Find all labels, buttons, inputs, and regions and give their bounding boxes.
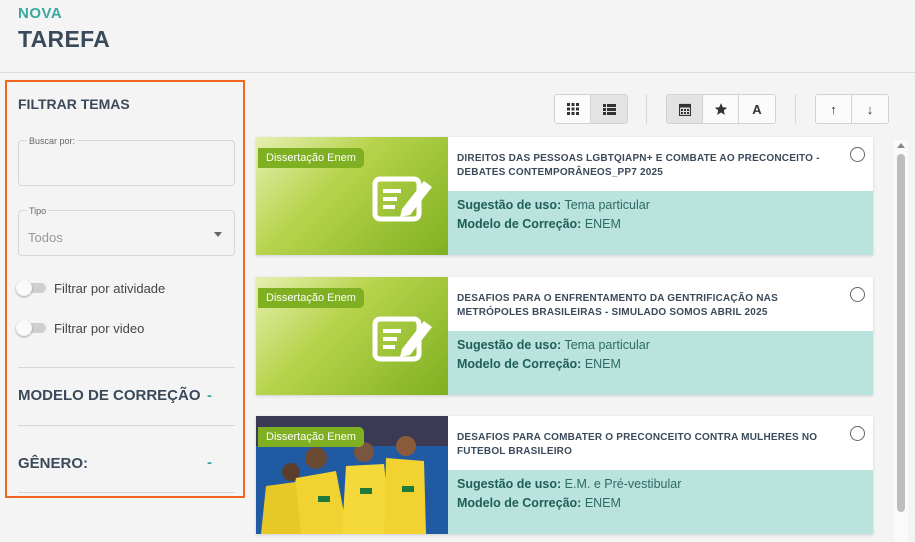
divider [18, 492, 235, 493]
model-label: Modelo de Correção: [457, 496, 582, 510]
activity-filter-toggle[interactable]: Filtrar por atividade [16, 278, 166, 298]
page-subtitle: NOVA [18, 5, 63, 22]
collapse-toggle[interactable]: - [207, 454, 212, 471]
toggle-knob [16, 320, 32, 336]
select-radio[interactable] [850, 147, 865, 162]
usage-value: Tema particular [564, 198, 650, 212]
header-divider [0, 72, 915, 73]
usage-label: Sugestão de uso: [457, 338, 562, 352]
search-input[interactable] [25, 153, 225, 179]
collapse-toggle[interactable]: - [207, 387, 212, 404]
toggle-label: Filtrar por video [54, 320, 145, 336]
card-meta: Sugestão de uso: Tema particular Modelo … [448, 191, 873, 255]
search-field[interactable]: Buscar por: [18, 136, 235, 186]
card-title: DESAFIOS PARA O ENFRENTAMENTO DA GENTRIF… [457, 293, 778, 318]
genre-section[interactable]: GÊNERO: [18, 455, 88, 472]
category-badge: Dissertação Enem [258, 288, 364, 308]
results-scrollbar[interactable] [894, 140, 908, 542]
theme-card[interactable]: Dissertação Enem DESAFIOS PARA COMBATER … [256, 416, 873, 534]
card-thumbnail: Dissertação Enem [256, 277, 448, 395]
model-row: Modelo de Correção: ENEM [457, 217, 621, 231]
toggle-knob [16, 280, 32, 296]
search-label: Buscar por: [27, 136, 78, 146]
list-icon[interactable] [591, 95, 627, 123]
toolbar-separator [646, 94, 647, 124]
usage-label: Sugestão de uso: [457, 477, 562, 491]
model-value: ENEM [584, 357, 621, 371]
calendar-icon[interactable] [667, 95, 703, 123]
divider [18, 425, 235, 426]
correction-model-section[interactable]: MODELO DE CORREÇÃO [18, 387, 201, 404]
divider [18, 367, 235, 368]
theme-card[interactable]: Dissertação Enem DIREITOS DAS PESSOAS LG… [256, 137, 873, 255]
model-value: ENEM [584, 217, 621, 231]
select-radio[interactable] [850, 426, 865, 441]
category-badge: Dissertação Enem [258, 427, 364, 447]
arrow-down-icon[interactable]: ↓ [852, 95, 888, 123]
order-group: ↑ ↓ [815, 94, 889, 124]
category-badge: Dissertação Enem [258, 148, 364, 168]
toggle-switch[interactable] [16, 320, 46, 336]
page-title: TAREFA [18, 26, 111, 52]
model-label: Modelo de Correção: [457, 357, 582, 371]
usage-value: E.M. e Pré-vestibular [564, 477, 682, 491]
card-meta: Sugestão de uso: E.M. e Pré-vestibular M… [448, 470, 873, 534]
toolbar-separator [795, 94, 796, 124]
model-row: Modelo de Correção: ENEM [457, 357, 621, 371]
card-thumbnail: Dissertação Enem [256, 137, 448, 255]
type-select[interactable]: Tipo Todos [18, 206, 235, 256]
toggle-label: Filtrar por atividade [54, 280, 166, 296]
type-label: Tipo [27, 206, 49, 216]
card-title: DIREITOS DAS PESSOAS LGBTQIAPN+ E COMBAT… [457, 153, 820, 178]
scroll-thumb[interactable] [897, 154, 905, 512]
usage-value: Tema particular [564, 338, 650, 352]
card-meta: Sugestão de uso: Tema particular Modelo … [448, 331, 873, 395]
usage-row: Sugestão de uso: E.M. e Pré-vestibular [457, 477, 681, 491]
document-edit-icon [372, 176, 432, 222]
type-select-value: Todos [28, 230, 63, 245]
usage-row: Sugestão de uso: Tema particular [457, 198, 650, 212]
filter-title: FILTRAR TEMAS [18, 96, 130, 112]
grid-icon[interactable] [555, 95, 591, 123]
video-filter-toggle[interactable]: Filtrar por video [16, 318, 145, 338]
model-row: Modelo de Correção: ENEM [457, 496, 621, 510]
select-radio[interactable] [850, 287, 865, 302]
usage-label: Sugestão de uso: [457, 198, 562, 212]
star-icon[interactable] [703, 95, 739, 123]
filter-sidebar: FILTRAR TEMAS Buscar por: Tipo Todos Fil… [5, 80, 245, 498]
theme-card[interactable]: Dissertação Enem DESAFIOS PARA O ENFRENT… [256, 277, 873, 395]
toggle-switch[interactable] [16, 280, 46, 296]
card-title: DESAFIOS PARA COMBATER O PRECONCEITO CON… [457, 432, 818, 457]
model-label: Modelo de Correção: [457, 217, 582, 231]
card-thumbnail-photo: Dissertação Enem [256, 416, 448, 534]
view-toggle-group [554, 94, 628, 124]
document-edit-icon [372, 316, 432, 362]
scroll-up-icon[interactable] [897, 143, 905, 148]
usage-row: Sugestão de uso: Tema particular [457, 338, 650, 352]
alpha-icon[interactable]: A [739, 95, 775, 123]
chevron-down-icon [214, 232, 222, 237]
model-value: ENEM [584, 496, 621, 510]
arrow-up-icon[interactable]: ↑ [816, 95, 852, 123]
sort-group: A [666, 94, 776, 124]
